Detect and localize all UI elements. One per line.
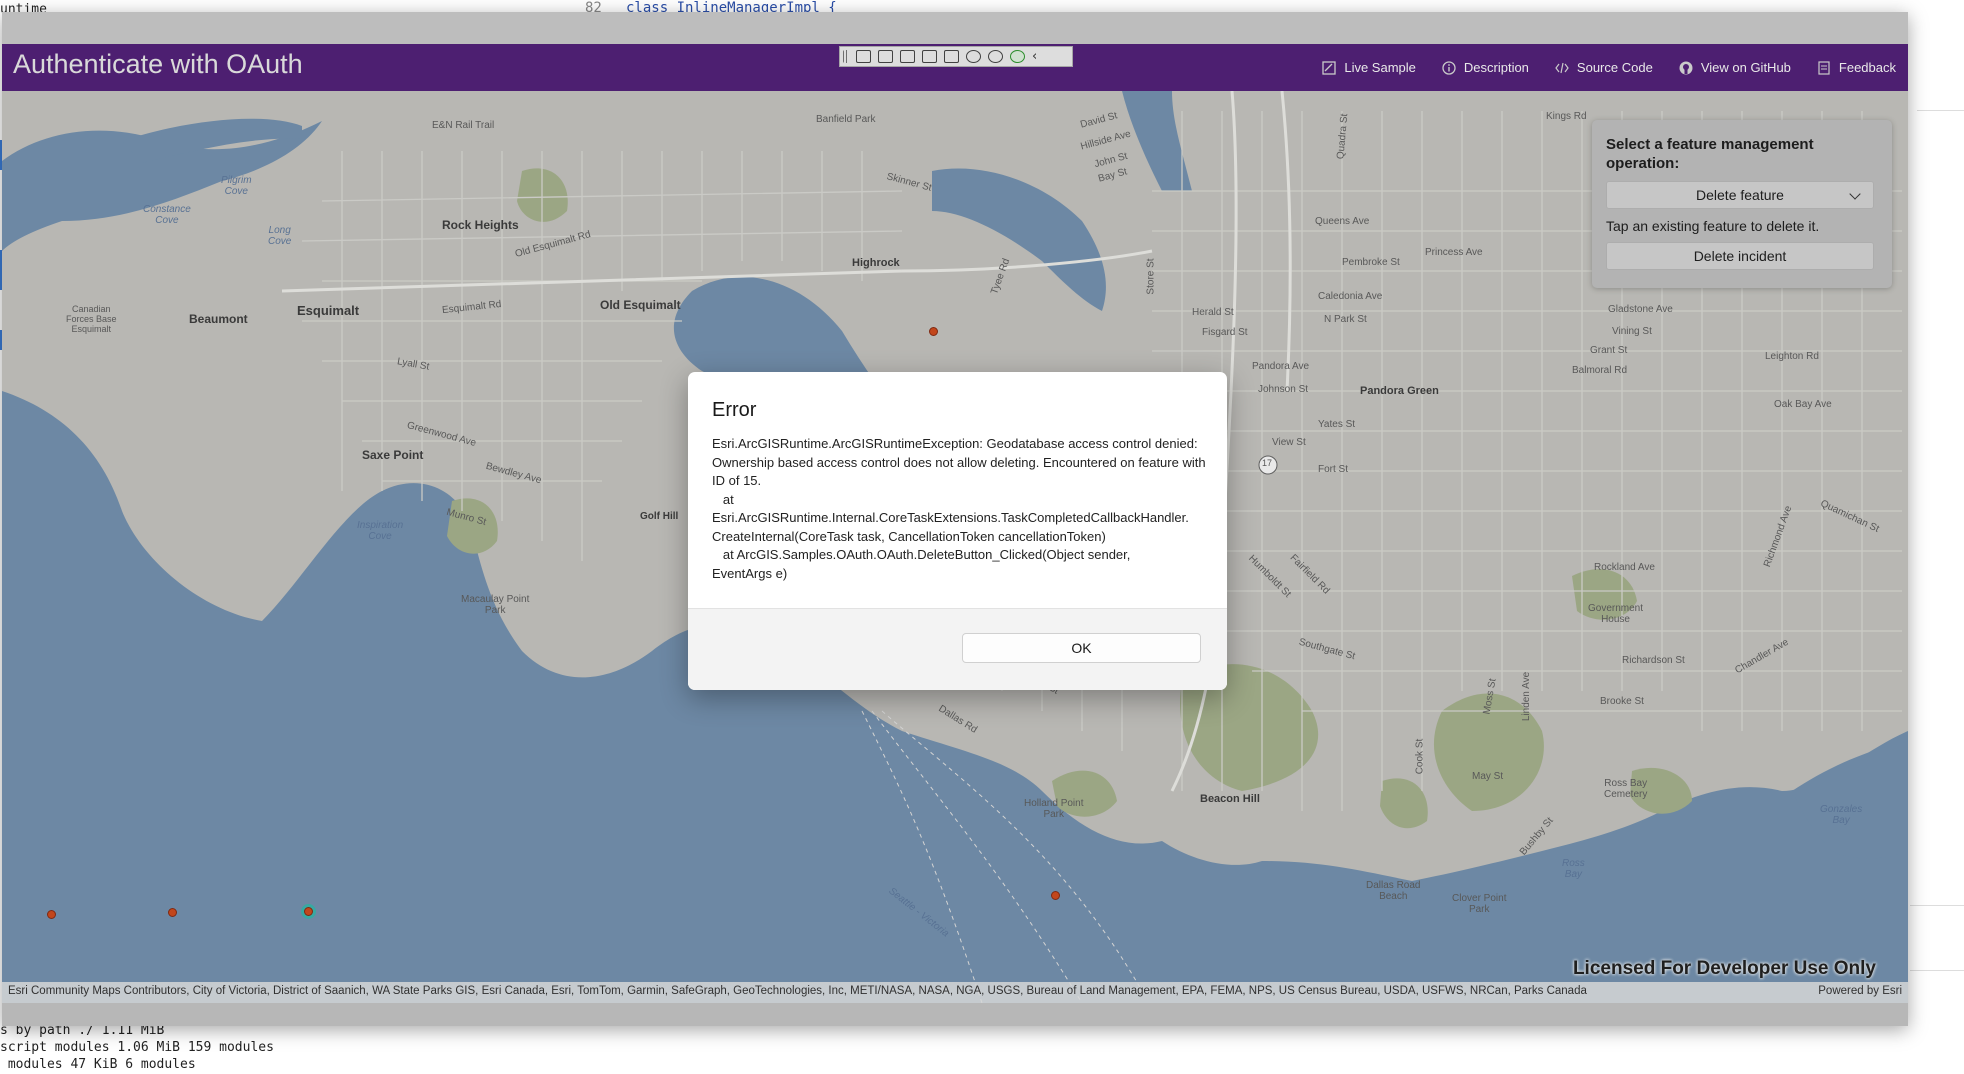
- dialog-message: Esri.ArcGISRuntime.ArcGISRuntimeExceptio…: [712, 436, 1206, 581]
- dialog-footer: OK: [688, 608, 1227, 690]
- terminal-line: modules 47 KiB 6 modules: [0, 1057, 196, 1072]
- terminal-line: script modules 1.06 MiB 159 modules: [0, 1040, 274, 1055]
- dialog-title: Error: [712, 399, 757, 421]
- ok-button[interactable]: OK: [962, 633, 1201, 663]
- error-dialog: Error Esri.ArcGISRuntime.ArcGISRuntimeEx…: [688, 372, 1227, 690]
- app-window: Authenticate with OAuth Live Sample Desc…: [2, 12, 1908, 1026]
